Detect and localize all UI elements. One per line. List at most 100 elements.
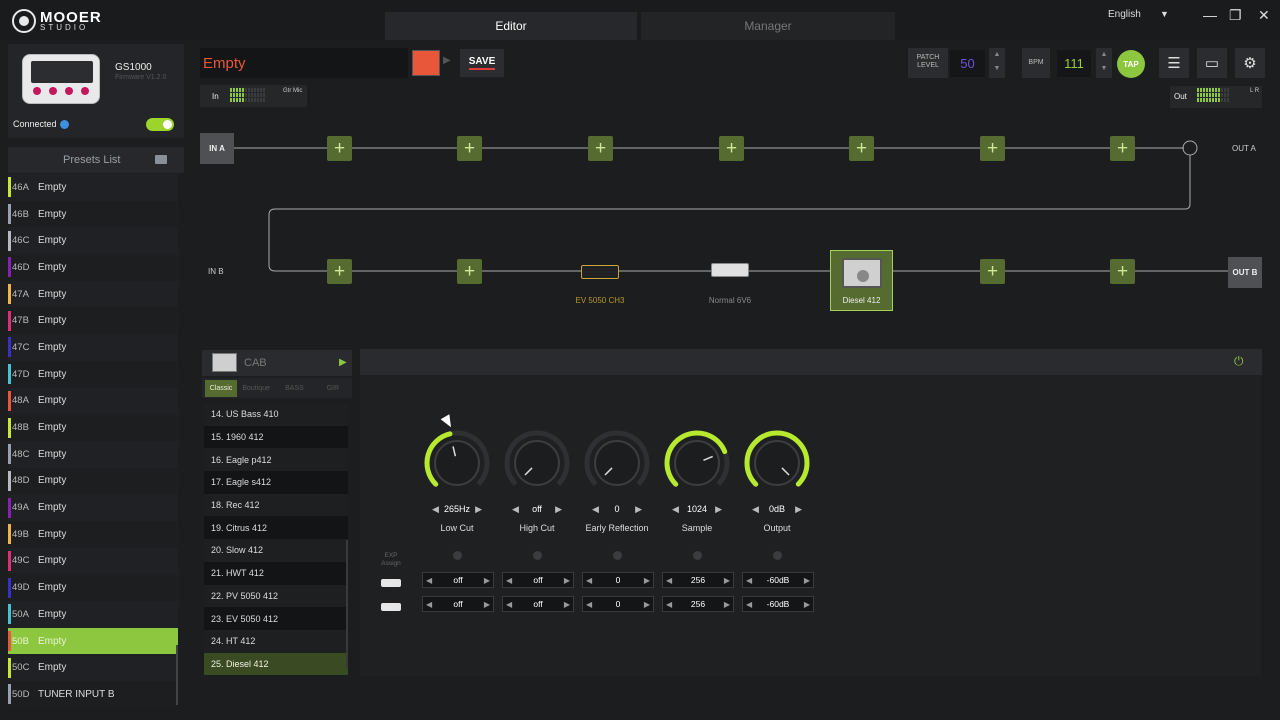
param-value-stepper[interactable]: ◀ off ▶ <box>512 502 562 516</box>
chevron-left-icon[interactable]: ◀ <box>746 600 752 609</box>
param-value-stepper[interactable]: ◀ 265Hz ▶ <box>432 502 482 516</box>
add-slot-button[interactable]: + <box>849 136 874 161</box>
chevron-right-icon[interactable]: ▶ <box>555 504 562 515</box>
tab-bass[interactable]: BASS <box>275 385 313 392</box>
chevron-right-icon[interactable]: ▶ <box>804 600 810 609</box>
cab-model-item[interactable]: 22. PV 5050 412 <box>204 584 348 608</box>
chevron-left-icon[interactable]: ◀ <box>746 576 752 585</box>
add-slot-button[interactable]: + <box>980 136 1005 161</box>
param-value: 265Hz <box>443 504 470 514</box>
tab-gir[interactable]: GIR <box>314 385 352 392</box>
exp1-value-stepper[interactable]: ◀ 256 ▶ <box>662 572 734 588</box>
chevron-left-icon[interactable]: ◀ <box>586 576 592 585</box>
cab-model-item[interactable]: 14. US Bass 410 <box>204 403 348 426</box>
exp-assign-led[interactable] <box>613 551 622 560</box>
chevron-right-icon[interactable]: ▶ <box>724 600 730 609</box>
add-slot-button[interactable]: + <box>588 136 613 161</box>
chevron-left-icon[interactable]: ◀ <box>426 576 432 585</box>
tab-classic[interactable]: Classic <box>205 379 237 397</box>
chevron-left-icon[interactable]: ◀ <box>752 504 759 515</box>
chevron-left-icon[interactable]: ◀ <box>586 600 592 609</box>
input-a-node[interactable]: IN A <box>200 133 234 164</box>
chevron-left-icon[interactable]: ◀ <box>506 600 512 609</box>
knob-sample[interactable] <box>662 428 732 498</box>
cab-model-item[interactable]: 17. Eagle s412 <box>204 471 348 494</box>
add-slot-button[interactable]: + <box>980 259 1005 284</box>
param-value-stepper[interactable]: ◀ 0 ▶ <box>592 502 642 516</box>
exp1-value-stepper[interactable]: ◀ off ▶ <box>502 572 574 588</box>
chevron-right-icon[interactable]: ▶ <box>795 504 802 515</box>
cab-model-item[interactable]: 20. Slow 412 <box>204 539 348 562</box>
param-name: Sample <box>681 523 713 533</box>
cab-model-item[interactable]: 15. 1960 412 <box>204 425 348 449</box>
exp-assign-led[interactable] <box>453 551 462 560</box>
chevron-right-icon[interactable]: ▶ <box>644 600 650 609</box>
chevron-right-icon[interactable]: ▶ <box>715 504 722 515</box>
chevron-left-icon[interactable]: ◀ <box>666 576 672 585</box>
params-panel <box>360 349 1262 676</box>
amp-icon[interactable] <box>581 265 619 279</box>
cab-model-item[interactable]: 19. Citrus 412 <box>204 516 348 540</box>
amp-icon[interactable] <box>711 263 749 277</box>
chevron-left-icon[interactable]: ◀ <box>512 504 519 515</box>
add-slot-button[interactable]: + <box>327 136 352 161</box>
param-name: Early Reflection <box>585 523 649 533</box>
cab-model-item[interactable]: 24. HT 412 <box>204 629 348 653</box>
output-b-node[interactable]: OUT B <box>1228 257 1262 288</box>
tab-boutique[interactable]: Boutique <box>237 385 275 392</box>
cab-list-scrollbar[interactable] <box>346 540 348 668</box>
exp2-value-stepper[interactable]: ◀ off ▶ <box>422 596 494 612</box>
knob-output[interactable] <box>742 428 812 498</box>
add-slot-button[interactable]: + <box>457 259 482 284</box>
exp1-value-stepper[interactable]: ◀ 0 ▶ <box>582 572 654 588</box>
knob-high-cut[interactable] <box>502 428 572 498</box>
chevron-right-icon[interactable]: ▶ <box>484 600 490 609</box>
add-slot-button[interactable]: + <box>719 136 744 161</box>
param-value-stepper[interactable]: ◀ 1024 ▶ <box>672 502 722 516</box>
exp1-value-stepper[interactable]: ◀ -60dB ▶ <box>742 572 814 588</box>
param-name: Low Cut <box>440 523 474 533</box>
exp1-value: 0 <box>615 575 621 585</box>
exp2-value-stepper[interactable]: ◀ 0 ▶ <box>582 596 654 612</box>
chevron-right-icon[interactable]: ▶ <box>484 576 490 585</box>
cab-model-item[interactable]: 18. Rec 412 <box>204 493 348 517</box>
exp-assign-led[interactable] <box>773 551 782 560</box>
chevron-left-icon[interactable]: ◀ <box>426 600 432 609</box>
chevron-right-icon[interactable]: ▶ <box>475 504 482 515</box>
exp1-value: -60dB <box>766 575 790 585</box>
exp-assign-led[interactable] <box>533 551 542 560</box>
param-value-stepper[interactable]: ◀ 0dB ▶ <box>752 502 802 516</box>
exp2-value: 256 <box>690 599 706 609</box>
chevron-left-icon[interactable]: ◀ <box>592 504 599 515</box>
knob-early-reflection[interactable] <box>582 428 652 498</box>
add-slot-button[interactable]: + <box>1110 136 1135 161</box>
exp2-value-stepper[interactable]: ◀ off ▶ <box>502 596 574 612</box>
chevron-right-icon[interactable]: ▶ <box>635 504 642 515</box>
exp2-value-stepper[interactable]: ◀ 256 ▶ <box>662 596 734 612</box>
chevron-right-icon[interactable]: ▶ <box>644 576 650 585</box>
cab-model-item[interactable]: 21. HWT 412 <box>204 561 348 585</box>
exp2-value-stepper[interactable]: ◀ -60dB ▶ <box>742 596 814 612</box>
add-slot-button[interactable]: + <box>457 136 482 161</box>
input-b-label: IN B <box>208 267 224 276</box>
chevron-right-icon[interactable]: ▶ <box>564 576 570 585</box>
add-slot-button[interactable]: + <box>327 259 352 284</box>
cab-model-item[interactable]: 23. EV 5050 412 <box>204 607 348 630</box>
cab-model-item[interactable]: 16. Eagle p412 <box>204 448 348 472</box>
power-icon[interactable]: ⏻ <box>1234 354 1248 368</box>
exp1-value-stepper[interactable]: ◀ off ▶ <box>422 572 494 588</box>
chevron-left-icon[interactable]: ◀ <box>666 600 672 609</box>
play-icon[interactable]: ▶ <box>339 357 347 368</box>
chevron-left-icon[interactable]: ◀ <box>672 504 679 515</box>
add-slot-button[interactable]: + <box>1110 259 1135 284</box>
exp1-pedal-icon <box>381 579 401 587</box>
exp-assign-led[interactable] <box>693 551 702 560</box>
chevron-left-icon[interactable]: ◀ <box>506 576 512 585</box>
chevron-right-icon[interactable]: ▶ <box>804 576 810 585</box>
fx-label: Diesel 412 <box>842 296 881 305</box>
chevron-left-icon[interactable]: ◀ <box>432 504 439 515</box>
cab-model-item[interactable]: 25. Diesel 412 <box>204 652 348 676</box>
chevron-right-icon[interactable]: ▶ <box>564 600 570 609</box>
knob-low-cut[interactable] <box>422 428 492 498</box>
chevron-right-icon[interactable]: ▶ <box>724 576 730 585</box>
